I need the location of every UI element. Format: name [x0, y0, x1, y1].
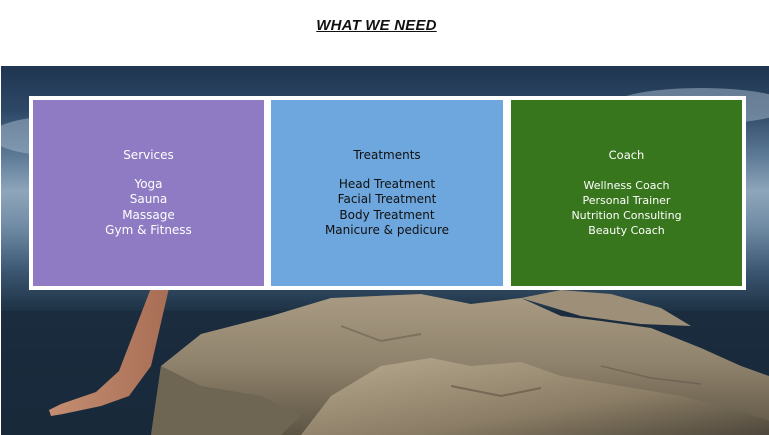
page: WHAT WE NEED Services Yoga Sauna Massage… [0, 0, 769, 435]
coach-item: Nutrition Consulting [571, 209, 682, 222]
coach-card-title: Coach [608, 148, 645, 162]
coach-item: Wellness Coach [583, 179, 670, 192]
services-item: Gym & Fitness [105, 223, 192, 237]
treatments-item: Manicure & pedicure [324, 223, 450, 237]
treatments-item: Body Treatment [339, 207, 435, 222]
services-card-title: Services [123, 147, 174, 162]
coach-item: Personal Trainer [582, 194, 671, 207]
services-item: Yoga [134, 176, 163, 191]
section-title: WHAT WE NEED [316, 17, 437, 34]
services-item: Sauna [129, 192, 168, 206]
treatments-item: Facial Treatment [337, 192, 437, 206]
coach-item: Beauty Coach [588, 224, 665, 237]
treatments-card: Treatments Head Treatment Facial Treatme… [271, 100, 503, 286]
cards-panel: Services Yoga Sauna Massage Gym & Fitnes… [29, 96, 746, 290]
treatments-item: Head Treatment [338, 176, 436, 191]
services-card: Services Yoga Sauna Massage Gym & Fitnes… [33, 100, 264, 286]
coach-card: Coach Wellness Coach Personal Trainer Nu… [511, 100, 742, 286]
treatments-card-title: Treatments [353, 147, 421, 162]
services-item: Massage [122, 207, 175, 222]
